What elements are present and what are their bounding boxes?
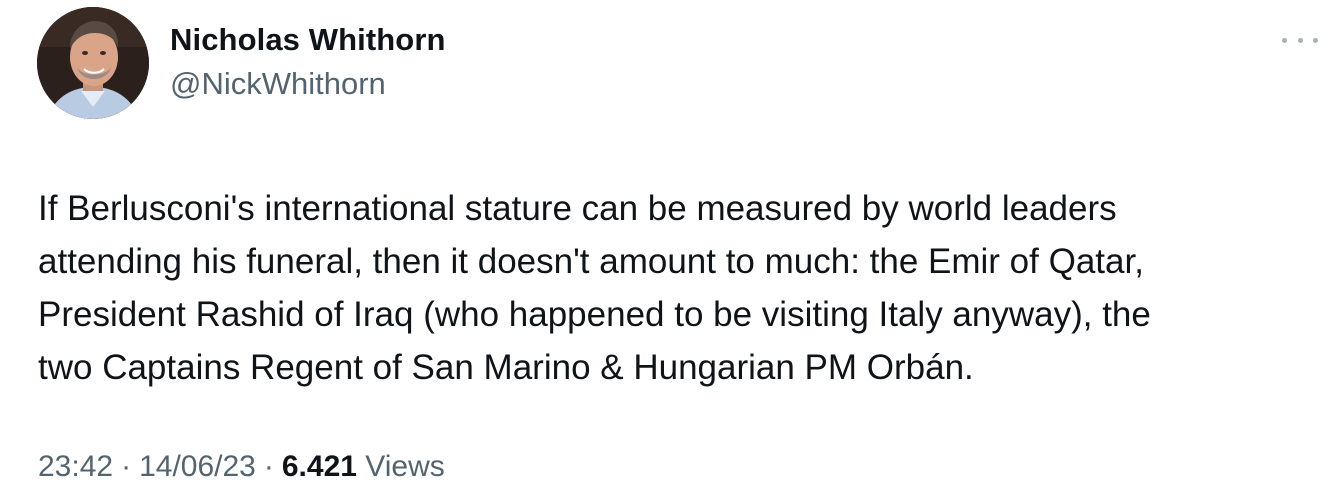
separator: · xyxy=(263,450,274,483)
author-display-name[interactable]: Nicholas Whithorn xyxy=(170,22,446,58)
tweet-meta: 23:42 · 14/06/23 · 6.421 Views xyxy=(38,450,445,484)
more-horizontal-icon xyxy=(1313,37,1318,43)
views-label: Views xyxy=(365,450,445,483)
more-options-button[interactable] xyxy=(1282,28,1318,52)
tweet-date[interactable]: 14/06/23 xyxy=(139,450,256,483)
more-horizontal-icon xyxy=(1297,37,1303,43)
more-horizontal-icon xyxy=(1282,37,1287,43)
tweet-text: If Berlusconi's international stature ca… xyxy=(38,182,1328,394)
views-count[interactable]: 6.421 xyxy=(282,450,357,483)
separator: · xyxy=(121,450,132,483)
tweet-text-line: President Rashid of Iraq (who happened t… xyxy=(38,295,1151,334)
author-handle[interactable]: @NickWhithorn xyxy=(170,66,386,102)
avatar-photo xyxy=(37,7,149,119)
avatar[interactable] xyxy=(37,7,149,119)
tweet-card: Nicholas Whithorn @NickWhithorn If Berlu… xyxy=(0,0,1343,491)
tweet-text-line: If Berlusconi's international stature ca… xyxy=(38,189,1117,228)
tweet-time[interactable]: 23:42 xyxy=(38,450,113,483)
tweet-text-line: attending his funeral, then it doesn't a… xyxy=(38,242,1144,281)
tweet-text-line: two Captains Regent of San Marino & Hung… xyxy=(38,348,974,387)
